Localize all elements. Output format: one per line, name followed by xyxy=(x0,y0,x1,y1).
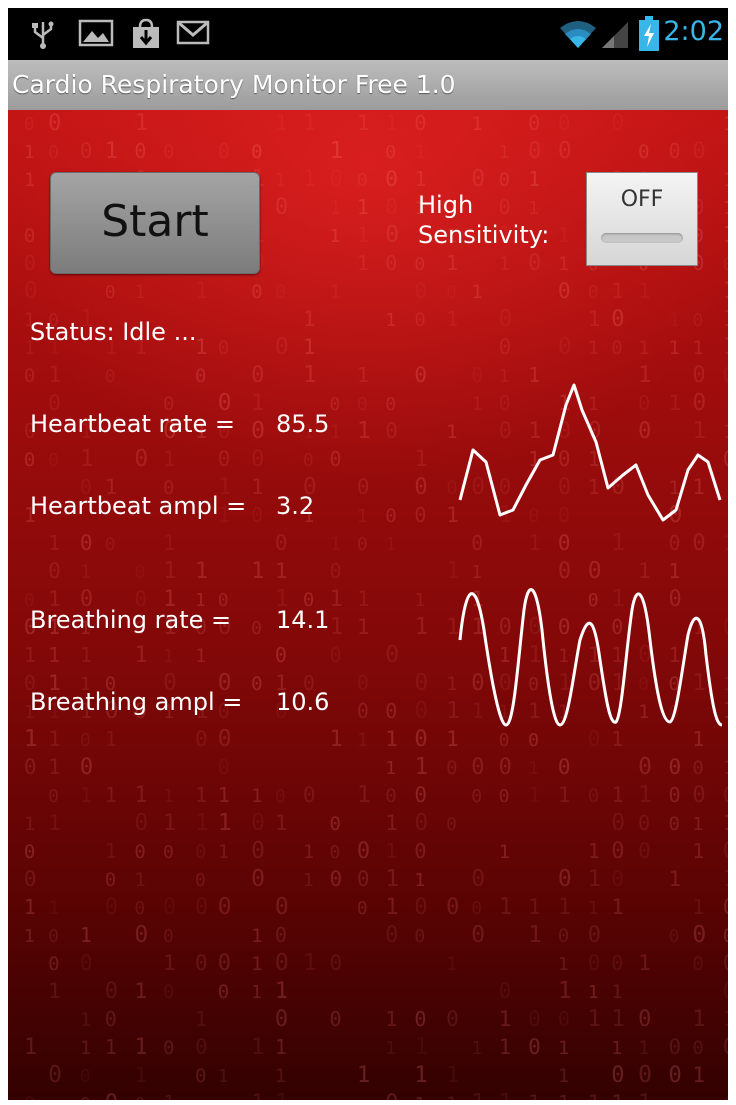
main-content: 0110001100010010110100111000101100101111… xyxy=(8,110,728,1100)
app-title: Cardio Respiratory Monitor Free 1.0 xyxy=(12,70,456,99)
image-icon xyxy=(78,19,114,47)
battery-charging-icon xyxy=(639,16,659,51)
app-title-bar: Cardio Respiratory Monitor Free 1.0 xyxy=(8,60,728,112)
breathing-waveform xyxy=(458,588,723,727)
clock: 2:02 xyxy=(663,16,724,47)
gmail-icon xyxy=(176,20,210,45)
download-bag-icon xyxy=(133,18,159,48)
waveform-area xyxy=(458,383,723,727)
usb-icon xyxy=(32,21,54,49)
wifi-icon xyxy=(560,21,596,48)
heartbeat-waveform xyxy=(458,383,722,522)
phone-screen: 2:02 Cardio Respiratory Monitor Free 1.0… xyxy=(8,8,728,1100)
status-bar: 2:02 xyxy=(8,8,728,60)
signal-icon xyxy=(602,22,628,48)
